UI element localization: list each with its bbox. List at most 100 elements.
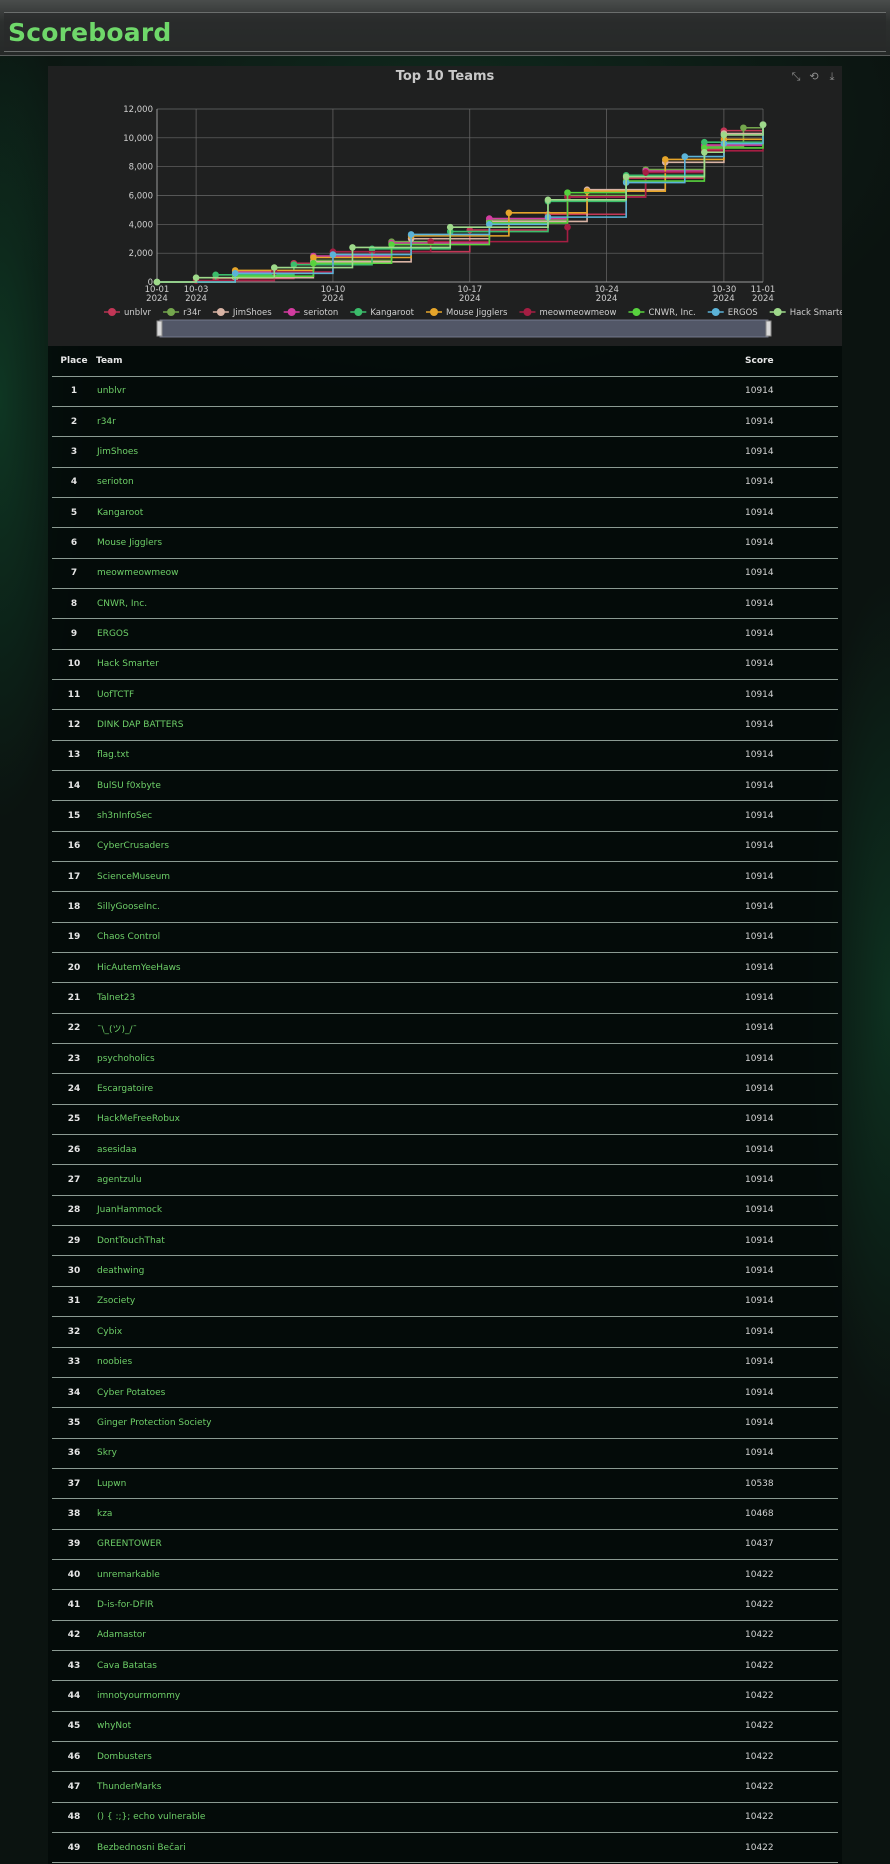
- table-row: 20 HicAutemYeeHaws 10914: [52, 952, 838, 984]
- place-cell: 47: [52, 1771, 96, 1803]
- team-link[interactable]: HicAutemYeeHaws: [97, 963, 181, 973]
- team-link[interactable]: meowmeowmeow: [97, 568, 179, 578]
- place-cell: 7: [52, 558, 96, 589]
- table-row: 46 Dombusters 10422: [52, 1741, 838, 1773]
- team-link[interactable]: imnotyourmommy: [97, 1691, 180, 1701]
- team-cell: Talnet23: [96, 982, 745, 1014]
- place-cell: 15: [52, 800, 96, 832]
- team-link[interactable]: Ginger Protection Society: [97, 1418, 211, 1428]
- team-link[interactable]: kza: [97, 1509, 112, 1519]
- team-link[interactable]: Kangaroot: [97, 508, 143, 518]
- team-cell: ScienceMuseum: [96, 861, 745, 893]
- team-link[interactable]: DontTouchThat: [97, 1236, 165, 1246]
- team-link[interactable]: Cyber Potatoes: [97, 1388, 165, 1398]
- team-link[interactable]: ThunderMarks: [97, 1782, 161, 1792]
- place-cell: 34: [52, 1377, 96, 1409]
- place-cell: 16: [52, 831, 96, 863]
- team-link[interactable]: Cava Batatas: [97, 1661, 157, 1671]
- team-link[interactable]: Skry: [97, 1448, 117, 1458]
- score-cell: 10914: [745, 1316, 838, 1348]
- chart-svg[interactable]: 02,0004,0006,0008,00010,00012,00010-0120…: [48, 66, 842, 346]
- team-cell: Skry: [96, 1438, 745, 1469]
- legend-swatch-dot: [711, 308, 720, 316]
- team-link[interactable]: Zsociety: [97, 1296, 135, 1306]
- team-link[interactable]: r34r: [97, 417, 116, 427]
- team-cell: Dombusters: [96, 1741, 745, 1773]
- team-link[interactable]: BulSU f0xbyte: [97, 781, 161, 791]
- legend-swatch-dot: [773, 308, 782, 316]
- score-cell: 10538: [745, 1468, 838, 1500]
- team-link[interactable]: deathwing: [97, 1266, 144, 1276]
- series-point: [583, 187, 591, 195]
- team-link[interactable]: Escargatoire: [97, 1084, 153, 1094]
- team-link[interactable]: JuanHammock: [97, 1205, 162, 1215]
- y-tick-label: 6,000: [129, 192, 153, 202]
- table-row: 36 Skry 10914: [52, 1438, 838, 1469]
- team-link[interactable]: () { :;}; echo vulnerable: [97, 1812, 205, 1822]
- download-icon[interactable]: ⤓: [826, 71, 838, 83]
- team-link[interactable]: sh3nInfoSec: [97, 811, 152, 821]
- team-link[interactable]: unremarkable: [97, 1570, 160, 1580]
- team-cell: Cava Batatas: [96, 1650, 745, 1682]
- team-link[interactable]: asesidaa: [97, 1145, 137, 1155]
- table-row: 2 r34r 10914: [52, 406, 838, 438]
- team-link[interactable]: CyberCrusaders: [97, 841, 169, 851]
- place-cell: 18: [52, 891, 96, 923]
- score-cell: 10914: [745, 1104, 838, 1136]
- team-cell: D-is-for-DFIR: [96, 1589, 745, 1621]
- team-link[interactable]: psychoholics: [97, 1054, 155, 1064]
- place-cell: 24: [52, 1073, 96, 1105]
- team-cell: BulSU f0xbyte: [96, 770, 745, 802]
- legend-label: r34r: [183, 308, 201, 318]
- team-link[interactable]: JimShoes: [97, 447, 138, 457]
- team-cell: CyberCrusaders: [96, 831, 745, 863]
- team-link[interactable]: Lupwn: [97, 1479, 126, 1489]
- table-row: 17 ScienceMuseum 10914: [52, 861, 838, 893]
- team-link[interactable]: CNWR, Inc.: [97, 599, 147, 609]
- header-place: Place: [52, 346, 96, 377]
- team-link[interactable]: Mouse Jigglers: [97, 538, 162, 548]
- team-link[interactable]: Adamastor: [97, 1630, 146, 1640]
- score-cell: 10914: [745, 467, 838, 498]
- team-link[interactable]: flag.txt: [97, 750, 129, 760]
- zoom-reset-icon[interactable]: ⟲: [808, 71, 820, 83]
- team-link[interactable]: Bezbednosni Bečari: [97, 1843, 186, 1853]
- table-row: 18 SillyGooseInc. 10914: [52, 891, 838, 923]
- zoom-icon[interactable]: ⤡: [790, 71, 802, 83]
- place-cell: 2: [52, 406, 96, 438]
- score-cell: 10914: [745, 1195, 838, 1227]
- y-tick-label: 10,000: [123, 134, 153, 144]
- team-link[interactable]: agentzulu: [97, 1175, 142, 1185]
- table-row: 49 Bezbednosni Bečari 10422: [52, 1832, 838, 1864]
- legend-label: meowmeowmeow: [539, 308, 616, 318]
- score-cell: 10914: [745, 527, 838, 559]
- team-link[interactable]: SillyGooseInc.: [97, 902, 160, 912]
- team-link[interactable]: Dombusters: [97, 1752, 152, 1762]
- team-cell: sh3nInfoSec: [96, 800, 745, 832]
- team-link[interactable]: GREENTOWER: [97, 1539, 162, 1549]
- team-link[interactable]: whyNot: [97, 1721, 131, 1731]
- series-point: [701, 138, 708, 146]
- table-row: 37 Lupwn 10538: [52, 1468, 838, 1500]
- team-link[interactable]: ERGOS: [97, 629, 129, 639]
- team-link[interactable]: Hack Smarter: [97, 659, 159, 669]
- team-link[interactable]: Cybix: [97, 1327, 122, 1337]
- team-link[interactable]: ¯\_(ツ)_/¯: [97, 1025, 137, 1035]
- team-link[interactable]: noobies: [97, 1357, 132, 1367]
- team-cell: HackMeFreeRobux: [96, 1104, 745, 1136]
- team-link[interactable]: Talnet23: [97, 993, 135, 1003]
- place-cell: 38: [52, 1498, 96, 1530]
- team-link[interactable]: ScienceMuseum: [97, 872, 170, 882]
- team-link[interactable]: D-is-for-DFIR: [97, 1600, 154, 1610]
- team-cell: Ginger Protection Society: [96, 1407, 745, 1439]
- team-link[interactable]: UofTCTF: [97, 690, 134, 700]
- team-link[interactable]: HackMeFreeRobux: [97, 1114, 180, 1124]
- score-cell: 10914: [745, 1407, 838, 1439]
- team-link[interactable]: serioton: [97, 477, 134, 487]
- score-cell: 10422: [745, 1559, 838, 1591]
- team-cell: UofTCTF: [96, 679, 745, 711]
- legend-label: Hack Smarter: [790, 308, 842, 318]
- team-link[interactable]: unblvr: [97, 386, 126, 396]
- team-link[interactable]: DINK DAP BATTERS: [97, 720, 183, 730]
- team-link[interactable]: Chaos Control: [97, 932, 160, 942]
